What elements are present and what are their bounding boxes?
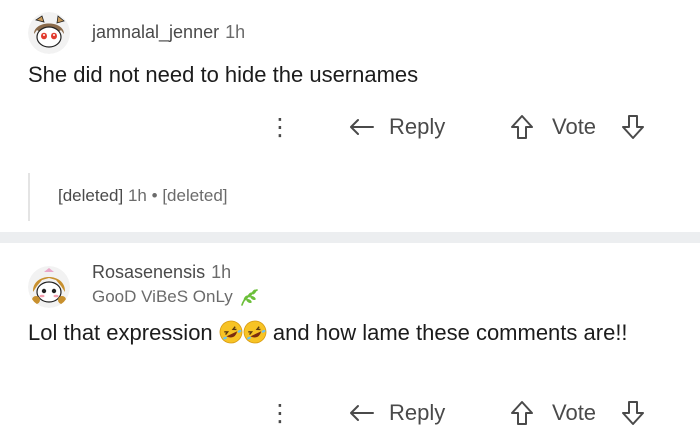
upvote-arrow-icon <box>511 115 533 139</box>
separator-dot: • <box>151 186 158 205</box>
avatar[interactable] <box>28 266 70 308</box>
leaf-icon <box>241 289 258 306</box>
more-options-button[interactable]: ⋮ <box>268 109 292 145</box>
downvote-arrow-icon <box>622 401 644 425</box>
more-options-icon: ⋮ <box>268 113 292 141</box>
user-flair: GooD ViBeS OnLy <box>92 287 261 307</box>
avatar[interactable] <box>28 12 70 54</box>
avatar-snoo-icon <box>28 266 70 308</box>
vote-label: Vote <box>552 114 597 139</box>
deleted-meta: [deleted] 1h • [deleted] <box>58 186 228 206</box>
reply-label: Reply <box>389 114 446 139</box>
downvote-button[interactable] <box>621 395 645 431</box>
timestamp: 1h <box>211 262 232 282</box>
deleted-username: [deleted] <box>58 186 124 205</box>
timestamp: 1h <box>127 186 147 205</box>
flair-text: GooD ViBeS OnLy <box>92 287 233 306</box>
upvote-button[interactable] <box>510 109 534 145</box>
more-options-button[interactable]: ⋮ <box>268 395 292 431</box>
rofl-emoji-icon <box>243 320 267 344</box>
comment-meta: Rosasenensis 1h <box>92 262 231 283</box>
comment-body: She did not need to hide the usernames <box>28 62 419 87</box>
reply-button[interactable]: Reply <box>348 109 445 145</box>
rofl-emoji-icon <box>219 320 243 344</box>
avatar-snoo-icon <box>28 12 70 54</box>
thread-divider <box>0 232 700 243</box>
reply-label: Reply <box>389 400 446 425</box>
more-options-icon: ⋮ <box>268 399 292 427</box>
comment-body-start: Lol that expression <box>28 320 213 345</box>
reply-button[interactable]: Reply <box>348 395 445 431</box>
comment-body: Lol that expression and how lame these c… <box>28 318 668 348</box>
reply-arrow-icon <box>350 405 374 421</box>
downvote-arrow-icon <box>622 115 644 139</box>
deleted-reply: [deleted] 1h • [deleted] <box>28 173 670 221</box>
upvote-button[interactable] <box>510 395 534 431</box>
vote-label: Vote <box>552 400 597 425</box>
comment-actions: ⋮ Reply Vote <box>0 395 700 431</box>
downvote-button[interactable] <box>621 109 645 145</box>
comment-body-end: and how lame these comments are!! <box>272 320 628 345</box>
comment-meta: jamnalal_jenner 1h <box>92 22 245 43</box>
timestamp: 1h <box>225 22 246 42</box>
upvote-arrow-icon <box>511 401 533 425</box>
vote-count: Vote <box>552 109 596 145</box>
deleted-body: [deleted] <box>162 186 228 205</box>
reply-arrow-icon <box>350 119 374 135</box>
username-link[interactable]: Rosasenensis <box>92 262 205 282</box>
vote-count: Vote <box>552 395 596 431</box>
username-link[interactable]: jamnalal_jenner <box>92 22 219 42</box>
comment-actions: ⋮ Reply Vote <box>0 109 700 145</box>
